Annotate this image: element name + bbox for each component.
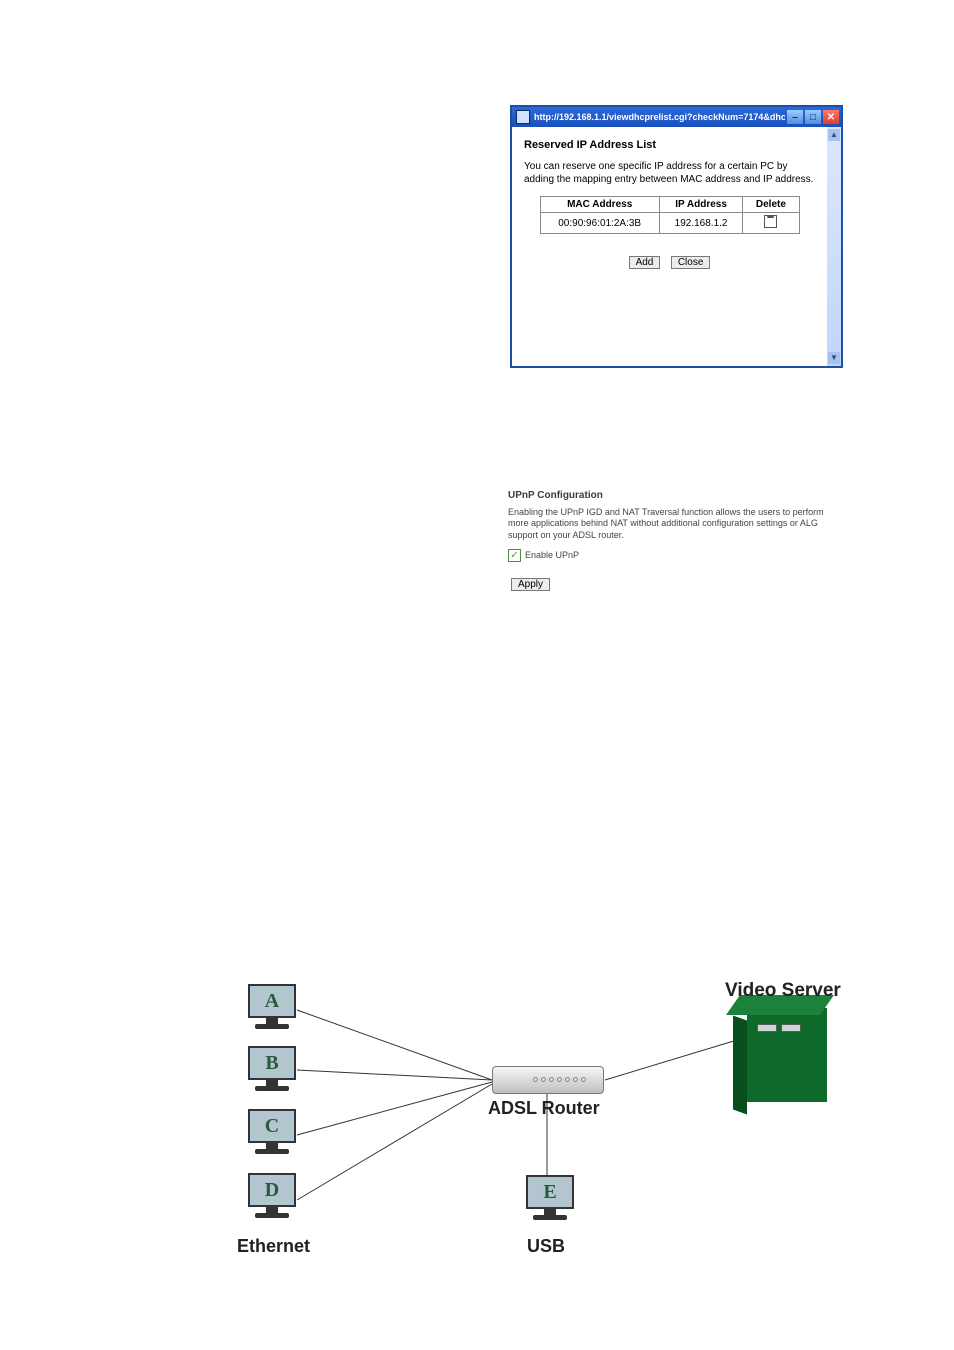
window-maximize-button[interactable]: □ bbox=[805, 110, 821, 124]
cell-ip: 192.168.1.2 bbox=[659, 213, 742, 234]
col-ip: IP Address bbox=[659, 197, 742, 213]
enable-upnp-label: Enable UPnP bbox=[525, 550, 579, 560]
col-mac: MAC Address bbox=[540, 197, 659, 213]
dialog-intro: You can reserve one specific IP address … bbox=[524, 161, 815, 186]
scroll-down-icon[interactable]: ▼ bbox=[828, 352, 840, 364]
pc-d: D bbox=[247, 1173, 297, 1218]
server-label: Video Server bbox=[725, 980, 841, 1002]
adsl-router bbox=[492, 1066, 602, 1094]
apply-button[interactable]: Apply bbox=[511, 578, 550, 591]
add-button[interactable]: Add bbox=[629, 256, 661, 269]
pc-c-label: C bbox=[248, 1109, 296, 1143]
close-button[interactable]: Close bbox=[671, 256, 711, 269]
usb-label: USB bbox=[527, 1236, 565, 1257]
pc-d-label: D bbox=[248, 1173, 296, 1207]
pc-e: E bbox=[525, 1175, 575, 1220]
network-diagram: A B C D ADSL Router E Video Server Ether… bbox=[237, 980, 847, 1290]
pc-a: A bbox=[247, 984, 297, 1029]
enable-upnp-checkbox[interactable]: ✓ bbox=[508, 549, 521, 562]
page-icon bbox=[516, 110, 530, 124]
pc-a-label: A bbox=[248, 984, 296, 1018]
cell-mac: 00:90:96:01:2A:3B bbox=[540, 213, 659, 234]
scrollbar[interactable]: ▲ ▼ bbox=[827, 127, 841, 366]
dialog-url: http://192.168.1.1/viewdhcprelist.cgi?ch… bbox=[534, 112, 785, 122]
check-icon: ✓ bbox=[510, 551, 518, 560]
pc-b-label: B bbox=[248, 1046, 296, 1080]
reserved-ip-table: MAC Address IP Address Delete 00:90:96:0… bbox=[540, 196, 800, 234]
upnp-description: Enabling the UPnP IGD and NAT Traversal … bbox=[508, 507, 833, 541]
cell-delete bbox=[743, 213, 799, 234]
table-header-row: MAC Address IP Address Delete bbox=[540, 197, 799, 213]
upnp-heading: UPnP Configuration bbox=[508, 490, 833, 501]
ethernet-label: Ethernet bbox=[237, 1236, 310, 1257]
reserved-ip-dialog: http://192.168.1.1/viewdhcprelist.cgi?ch… bbox=[510, 105, 843, 368]
col-delete: Delete bbox=[743, 197, 799, 213]
pc-c: C bbox=[247, 1109, 297, 1154]
video-server bbox=[747, 1008, 827, 1102]
trash-icon[interactable] bbox=[764, 215, 777, 228]
scroll-up-icon[interactable]: ▲ bbox=[828, 129, 840, 141]
router-label: ADSL Router bbox=[488, 1098, 600, 1119]
upnp-config-panel: UPnP Configuration Enabling the UPnP IGD… bbox=[508, 490, 833, 592]
dialog-titlebar[interactable]: http://192.168.1.1/viewdhcprelist.cgi?ch… bbox=[512, 107, 841, 127]
dialog-heading: Reserved IP Address List bbox=[524, 139, 815, 151]
window-close-button[interactable]: ✕ bbox=[823, 110, 839, 124]
window-minimize-button[interactable]: – bbox=[787, 110, 803, 124]
pc-b: B bbox=[247, 1046, 297, 1091]
pc-e-label: E bbox=[526, 1175, 574, 1209]
table-row: 00:90:96:01:2A:3B 192.168.1.2 bbox=[540, 213, 799, 234]
